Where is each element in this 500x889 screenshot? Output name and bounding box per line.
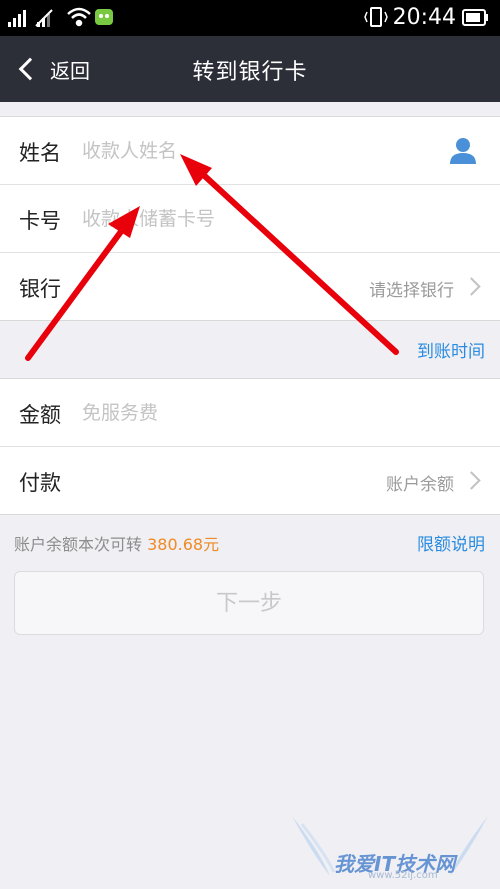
battery-icon bbox=[462, 9, 488, 26]
amount-input[interactable] bbox=[80, 393, 424, 433]
card-row: 卡号 bbox=[0, 185, 500, 253]
next-step-button[interactable]: 下一步 bbox=[14, 571, 484, 635]
page-title: 转到银行卡 bbox=[192, 60, 308, 85]
signal-2-icon bbox=[35, 9, 53, 27]
bank-row[interactable]: 银行 请选择银行 bbox=[0, 253, 500, 320]
name-row: 姓名 bbox=[0, 117, 500, 185]
bank-select-value[interactable]: 请选择银行 bbox=[369, 276, 454, 301]
status-bar: 20:44 bbox=[0, 0, 500, 36]
recipient-group: 姓名 卡号 银行 请选择银行 bbox=[0, 116, 500, 321]
card-number-input[interactable] bbox=[80, 199, 424, 239]
chevron-right-icon bbox=[462, 277, 481, 296]
amount-label: 金额 bbox=[19, 403, 61, 427]
watermark: 我爱IT技术网 www.52ij.com bbox=[290, 812, 490, 884]
payment-row[interactable]: 付款 账户余额 bbox=[0, 447, 500, 514]
amount-row: 金额 bbox=[0, 379, 500, 447]
wifi-icon bbox=[67, 7, 91, 27]
nav-bar: 返回 转到银行卡 bbox=[0, 36, 500, 102]
balance-amount: 380.68元 bbox=[147, 535, 220, 554]
arrival-time-link[interactable]: 到账时间 bbox=[417, 337, 485, 362]
wechat-notification-icon bbox=[95, 9, 113, 25]
payment-group: 金额 付款 账户余额 bbox=[0, 378, 500, 515]
name-input[interactable] bbox=[80, 131, 424, 171]
vibrate-icon bbox=[364, 7, 388, 27]
watermark-url: www.52ij.com bbox=[368, 870, 438, 881]
payment-label: 付款 bbox=[19, 471, 61, 495]
status-time: 20:44 bbox=[392, 5, 456, 30]
balance-info: 账户余额本次可转 380.68元 bbox=[14, 531, 219, 555]
status-icons-left bbox=[8, 7, 113, 27]
payment-method-value[interactable]: 账户余额 bbox=[386, 470, 454, 495]
card-label: 卡号 bbox=[19, 209, 61, 233]
contact-icon[interactable] bbox=[448, 135, 478, 165]
bank-label: 银行 bbox=[19, 277, 61, 301]
name-label: 姓名 bbox=[19, 141, 61, 165]
signal-icon bbox=[8, 10, 26, 27]
balance-text: 账户余额本次可转 bbox=[14, 535, 143, 554]
chevron-right-icon bbox=[462, 471, 481, 490]
limit-info-link[interactable]: 限额说明 bbox=[417, 530, 485, 555]
